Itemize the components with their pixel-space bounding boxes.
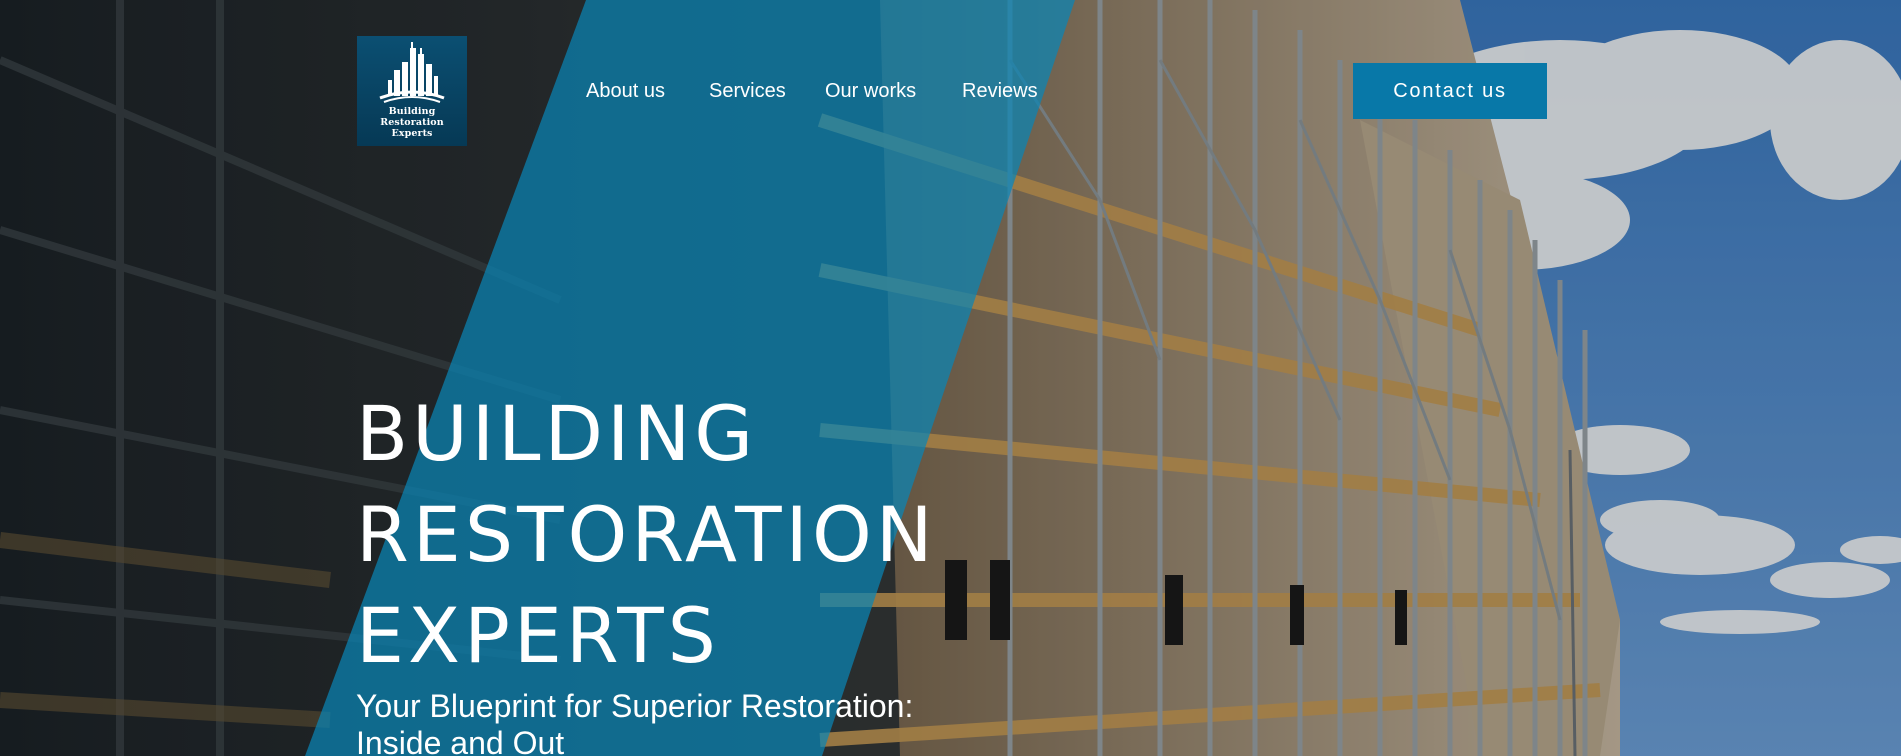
nav-item-our-works[interactable]: Our works [825,78,916,104]
hero-headline-line-3: EXPERTS [356,591,720,680]
logo-text-line-1: Building Restoration [380,106,444,128]
city-buildings-icon [379,42,445,103]
hero-headline: BUILDING RESTORATION EXPERTS [356,383,937,686]
contact-us-button[interactable]: Contact us [1353,63,1547,119]
logo-text: Building Restoration Experts [359,106,465,139]
hero-headline-line-1: BUILDING [356,389,758,478]
site-logo[interactable]: Building Restoration Experts [357,36,467,146]
hero-headline-line-2: RESTORATION [356,490,937,579]
nav-item-services[interactable]: Services [709,78,786,104]
hero-tagline: Your Blueprint for Superior Restoration:… [356,688,976,756]
nav-item-about-us[interactable]: About us [586,78,665,104]
hero-tagline-line-1: Your Blueprint for Superior Restoration: [356,688,914,724]
logo-text-line-2: Experts [391,128,433,139]
hero-tagline-line-2: Inside and Out [356,725,565,756]
hero-background-image [0,0,1901,756]
nav-item-reviews[interactable]: Reviews [962,78,1038,104]
hero-section: Building Restoration Experts About us Se… [0,0,1901,756]
